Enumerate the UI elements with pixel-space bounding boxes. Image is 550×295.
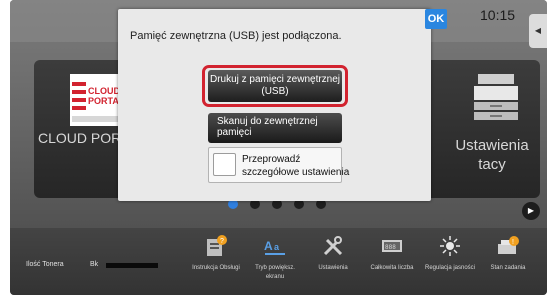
svg-text:A: A <box>264 239 273 253</box>
logo-text-cloud: CLOUD <box>88 86 120 96</box>
detail-settings-label: Przeprowadź szczegółowe ustawienia <box>242 154 350 178</box>
enlarge-icon: A a <box>264 239 285 255</box>
bottom-item-manual[interactable]: ? Instrukcja Obsługi <box>190 228 242 295</box>
detail-settings-checkbox[interactable] <box>213 153 236 176</box>
bottom-bar: Ilość Tonera Bk ? Instrukcja Obsługi A a… <box>10 228 547 295</box>
svg-text:888: 888 <box>385 244 396 251</box>
bottom-item-job-status[interactable]: ! Stan zadania <box>482 228 534 295</box>
manual-icon: ? <box>207 235 227 256</box>
side-panel-tab-icon[interactable]: ◀ <box>529 14 547 48</box>
usb-connected-dialog: Pamięć zewnętrzna (USB) jest podłączona.… <box>118 9 447 201</box>
bottom-item-label: Tryb powiększ. ekranu <box>255 265 295 280</box>
svg-text:a: a <box>274 242 280 252</box>
toner-color-label: Bk <box>90 261 99 268</box>
brightness-icon <box>440 236 460 256</box>
toner-label: Ilość Tonera <box>26 261 64 268</box>
svg-text:!: ! <box>512 239 514 246</box>
clock: 10:15 <box>480 7 516 23</box>
bottom-item-label: Ustawienia <box>318 265 348 271</box>
bottom-item-label: Regulacja jasności <box>424 265 476 271</box>
home-screen: 10:15 ◀ CLOUD PORTAL CLOUD PORTAL Ustawi… <box>10 0 547 228</box>
scan-to-usb-button[interactable]: Skanuj do zewnętrznej pamięci <box>208 113 342 143</box>
ok-button[interactable]: OK <box>425 9 447 29</box>
settings-tools-icon <box>323 236 343 256</box>
bottom-item-label: Instrukcja Obsługi <box>192 265 240 271</box>
cloud-portal-logo-icon: CLOUD PORTAL <box>70 74 124 126</box>
printer-tray-icon <box>474 74 518 120</box>
bottom-item-label: Stan zadania <box>490 265 526 271</box>
print-from-usb-button[interactable]: Drukuj z pamięci zewnętrznej (USB) <box>208 70 342 102</box>
bottom-item-settings[interactable]: Ustawienia <box>307 228 359 295</box>
tray-settings-tile[interactable]: Ustawienia tacy <box>420 60 540 198</box>
toner-level-bar <box>106 263 158 268</box>
counter-icon: 888 <box>382 240 402 252</box>
bottom-item-counter[interactable]: 888 Całkowita liczba <box>366 228 418 295</box>
next-page-arrow-icon[interactable]: ▶ <box>522 202 540 220</box>
bottom-item-brightness[interactable]: Regulacja jasności <box>424 228 476 295</box>
detail-settings-option[interactable]: Przeprowadź szczegółowe ustawienia <box>208 147 349 183</box>
dialog-message: Pamięć zewnętrzna (USB) jest podłączona. <box>130 30 342 42</box>
device-screen: 10:15 ◀ CLOUD PORTAL CLOUD PORTAL Ustawi… <box>10 0 547 295</box>
bottom-item-label: Całkowita liczba <box>370 265 414 271</box>
bottom-item-enlarge[interactable]: A a Tryb powiększ. ekranu <box>249 228 301 295</box>
svg-text:?: ? <box>220 238 224 245</box>
tray-settings-label: Ustawienia tacy <box>455 137 529 173</box>
job-status-icon: ! <box>498 236 519 254</box>
